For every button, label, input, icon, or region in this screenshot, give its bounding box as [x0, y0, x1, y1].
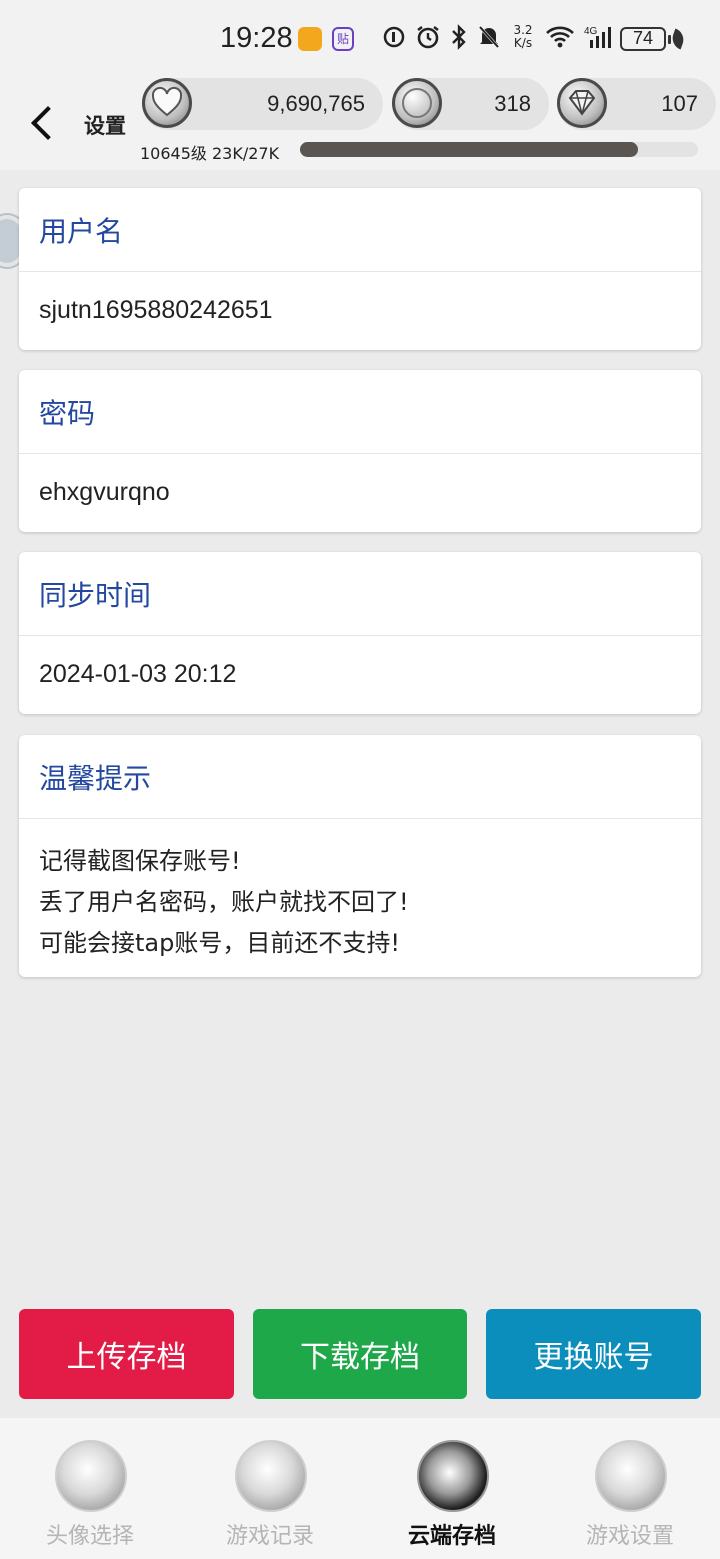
password-card: 密码 ehxgvurqno	[19, 370, 701, 532]
tab-label: 游戏设置	[585, 1524, 674, 1549]
tab-label: 游戏记录	[225, 1524, 314, 1549]
level-progress-text: 10645级 23K/27K	[140, 144, 280, 163]
tab-game-settings[interactable]: 游戏设置	[540, 1418, 720, 1559]
svg-text:4G: 4G	[584, 26, 598, 37]
power-saving-icon	[669, 28, 687, 50]
download-save-button[interactable]: 下载存档	[253, 1309, 467, 1399]
page-title: 设置	[84, 114, 126, 138]
sync-time-value: 2024-01-03 20:12	[39, 660, 237, 688]
username-label: 用户名	[19, 188, 701, 272]
upload-save-button[interactable]: 上传存档	[19, 1309, 234, 1399]
tieba-app-icon: 贴	[332, 27, 354, 51]
diamond-currency-value: 107	[661, 91, 698, 116]
mute-bell-icon	[478, 25, 500, 49]
password-value[interactable]: ehxgvurqno	[19, 454, 701, 531]
tips-content: 记得截图保存账号! 丢了用户名密码，账户就找不回了! 可能会接tap账号，目前还…	[19, 819, 701, 964]
wifi-icon	[546, 26, 574, 48]
cellular-signal-icon: 4G	[584, 26, 611, 48]
notification-app-icon	[298, 27, 322, 51]
coin-currency-pill: 318	[392, 78, 549, 130]
status-time: 19:28	[220, 22, 293, 54]
sync-time-card: 同步时间 2024-01-03 20:12	[19, 552, 701, 714]
status-icons: 3.2 K/s 4G	[382, 24, 618, 50]
top-header: 设置 9,690,765 318 107 10645级 23K/27K	[0, 78, 720, 170]
username-value[interactable]: sjutn1695880242651	[19, 272, 701, 349]
heart-coin-icon	[142, 78, 192, 128]
back-button[interactable]	[26, 100, 58, 144]
heart-currency-pill: 9,690,765	[142, 78, 383, 130]
xp-progress-fill	[300, 142, 639, 157]
tip-line: 可能会接tap账号，目前还不支持!	[39, 929, 400, 957]
net-speed-unit: K/s	[513, 36, 533, 50]
tab-avatar-select[interactable]: 头像选择	[0, 1418, 180, 1559]
tips-card: 温馨提示 记得截图保存账号! 丢了用户名密码，账户就找不回了! 可能会接tap账…	[19, 735, 701, 977]
battery-indicator: 74	[620, 27, 671, 51]
game-settings-icon	[595, 1440, 667, 1512]
network-speed: 3.2 K/s	[510, 24, 536, 50]
game-record-icon	[235, 1440, 307, 1512]
tip-line: 记得截图保存账号!	[39, 847, 241, 875]
silver-coin-icon	[392, 78, 442, 128]
bottom-tab-bar: 头像选择 游戏记录 云端存档 游戏设置	[0, 1418, 720, 1559]
tip-line: 丢了用户名密码，账户就找不回了!	[39, 888, 409, 916]
hd-call-icon	[383, 26, 405, 48]
coin-currency-value: 318	[494, 91, 531, 116]
tab-label: 头像选择	[45, 1524, 134, 1549]
tab-cloud-save[interactable]: 云端存档	[362, 1418, 542, 1559]
username-card: 用户名 sjutn1695880242651	[19, 188, 701, 350]
status-bar: 19:28 贴 3.2 K/s 4G 74	[0, 0, 720, 78]
switch-account-button[interactable]: 更换账号	[486, 1309, 701, 1399]
alarm-icon	[417, 26, 439, 49]
bluetooth-icon	[452, 24, 466, 50]
heart-currency-value: 9,690,765	[267, 91, 365, 116]
xp-progress-bar	[300, 142, 698, 157]
sync-time-label: 同步时间	[19, 552, 701, 636]
cloud-save-icon	[417, 1440, 489, 1512]
tips-label: 温馨提示	[19, 735, 701, 819]
avatar-select-icon	[55, 1440, 127, 1512]
password-label: 密码	[19, 370, 701, 454]
diamond-currency-pill: 107	[557, 78, 716, 130]
tab-label: 云端存档	[407, 1524, 496, 1549]
tab-game-record[interactable]: 游戏记录	[180, 1418, 360, 1559]
diamond-coin-icon	[557, 78, 607, 128]
